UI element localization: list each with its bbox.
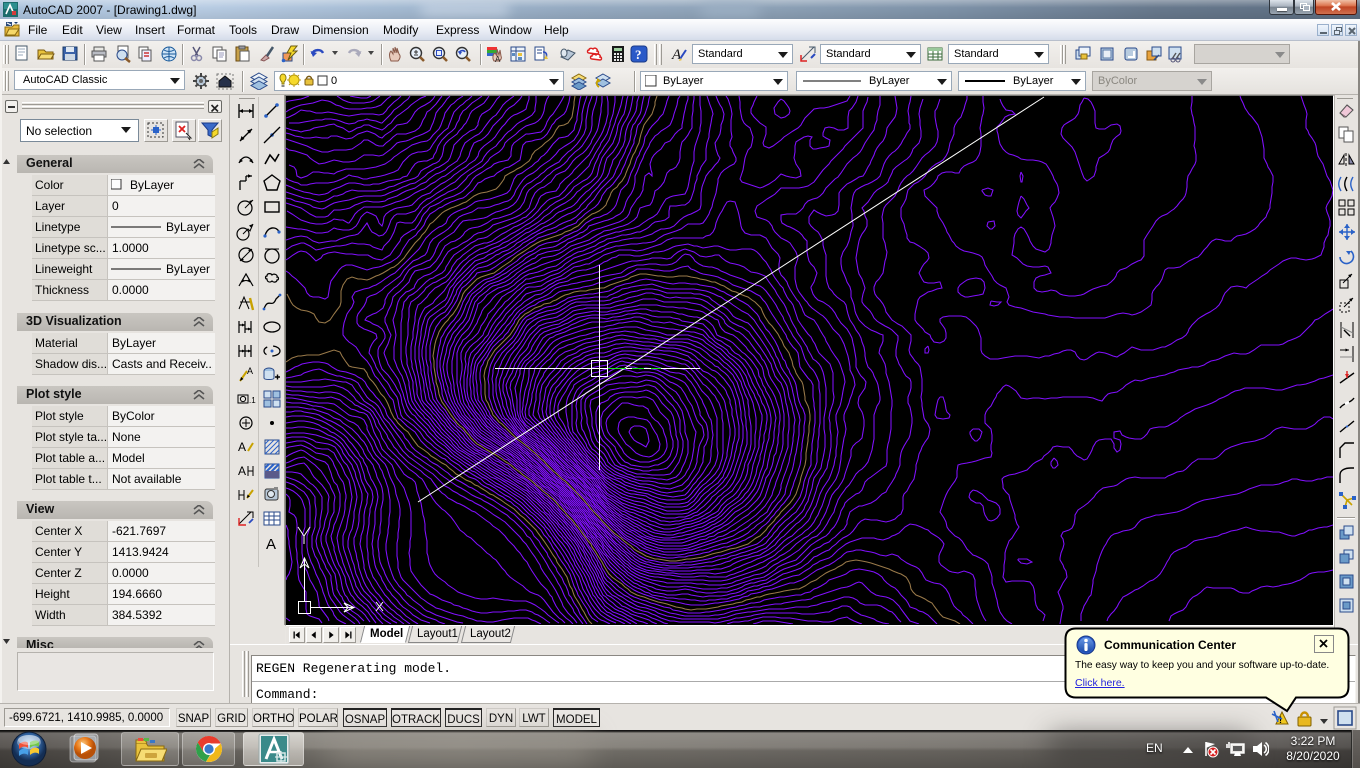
- svg-text:?: ?: [635, 47, 642, 62]
- svg-text:A: A: [671, 47, 682, 63]
- svg-text:.1: .1: [249, 396, 256, 405]
- svg-text:A: A: [238, 464, 246, 478]
- svg-text:A: A: [247, 366, 253, 376]
- svg-text:A: A: [238, 440, 246, 454]
- svg-text:!: !: [1279, 715, 1282, 725]
- svg-text:A: A: [495, 55, 501, 63]
- svg-text:A: A: [266, 536, 276, 553]
